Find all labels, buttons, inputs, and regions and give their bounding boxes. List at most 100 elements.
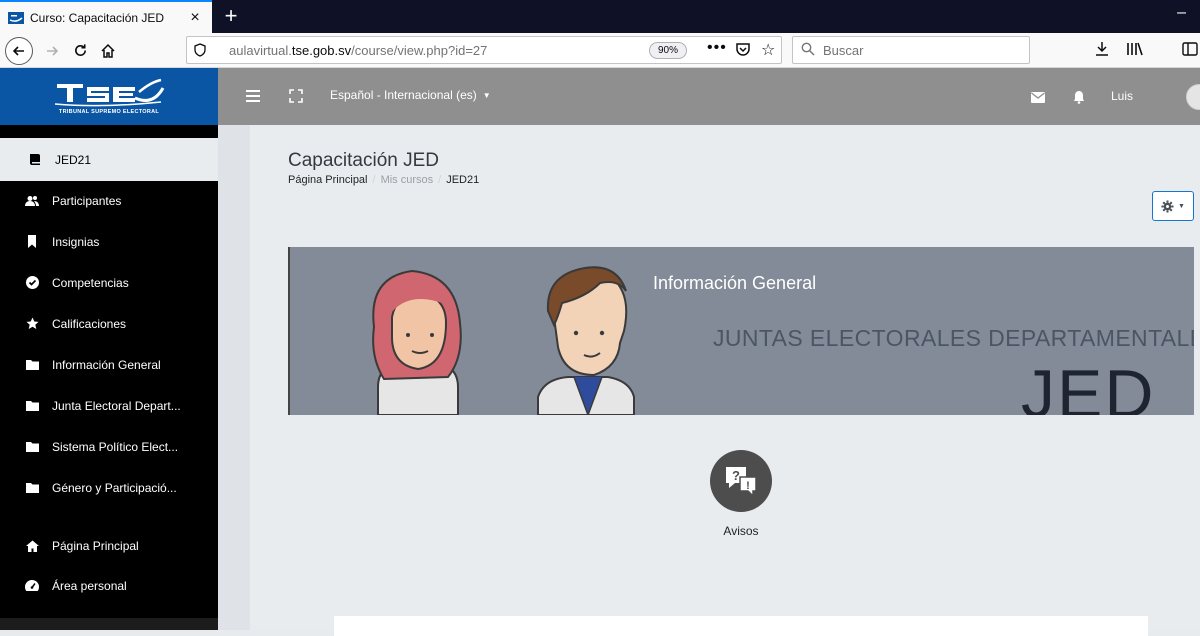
sidebar-item-participantes[interactable]: Participantes xyxy=(0,180,218,221)
sidebar-item-label: Sistema Político Elect... xyxy=(52,439,179,454)
chevron-down-icon: ▼ xyxy=(1178,202,1185,210)
tse-favicon-icon xyxy=(8,10,24,26)
language-menu[interactable]: Español - Internacional (es) ▼ xyxy=(330,88,491,102)
sidebar-item-genero-participacion[interactable]: Género y Participació... xyxy=(0,467,218,508)
pocket-icon[interactable] xyxy=(735,41,751,60)
browser-tabbar: Curso: Capacitación JED × + – xyxy=(0,0,1200,33)
sidebar-item-label: Participantes xyxy=(52,193,122,208)
browser-navbar: aulavirtual.tse.gob.sv/course/view.php?i… xyxy=(0,33,1200,68)
home-icon xyxy=(101,43,115,58)
sidebar-item-label: Página Principal xyxy=(52,538,139,553)
breadcrumb-separator: / xyxy=(372,174,376,186)
forward-arrow-icon xyxy=(47,45,59,56)
home-button[interactable] xyxy=(96,36,120,65)
page-actions-menu-icon[interactable]: ••• xyxy=(707,39,727,57)
sidebar-item-jed21[interactable]: JED21 xyxy=(0,138,218,181)
folder-icon xyxy=(25,440,39,454)
breadcrumb-item-mis-cursos[interactable]: Mis cursos xyxy=(381,174,434,186)
users-icon xyxy=(25,194,39,208)
sidebar-item-label: Género y Participació... xyxy=(52,480,177,495)
forum-announcement-icon: ? ! xyxy=(710,450,772,512)
breadcrumb-separator: / xyxy=(438,174,442,186)
avisos-forum-link[interactable]: ? ! Avisos xyxy=(710,450,772,538)
url-text: aulavirtual.tse.gob.sv/course/view.php?i… xyxy=(229,43,488,58)
banner-subtitle: JUNTAS ELECTORALES DEPARTAMENTALES xyxy=(713,325,1194,351)
main-gutter xyxy=(218,125,250,630)
bookmark-star-icon[interactable]: ☆ xyxy=(761,40,775,60)
check-circle-icon xyxy=(25,276,39,290)
sidebar-item-calificaciones[interactable]: Calificaciones xyxy=(0,303,218,344)
sidebar-top-strip xyxy=(0,125,218,138)
notifications-bell-icon[interactable] xyxy=(1073,90,1085,107)
avisos-label: Avisos xyxy=(723,524,759,538)
book-icon xyxy=(28,153,42,167)
tab-close-icon[interactable]: × xyxy=(186,9,204,27)
fullscreen-icon[interactable] xyxy=(289,89,303,106)
language-label: Español - Internacional (es) xyxy=(330,88,477,102)
user-avatar[interactable] xyxy=(1186,84,1200,110)
browser-search-input[interactable]: Buscar xyxy=(792,36,1030,64)
reload-button[interactable] xyxy=(68,36,92,65)
banner-edge xyxy=(288,247,290,415)
folder-icon xyxy=(25,399,39,413)
new-tab-button[interactable]: + xyxy=(218,3,244,29)
folder-icon xyxy=(25,481,39,495)
exclamation-glyph: ! xyxy=(746,480,750,492)
tse-logo-icon xyxy=(54,78,165,107)
sidebar-item-label: Calificaciones xyxy=(52,316,127,331)
banner-title: Información General xyxy=(653,273,817,293)
sidebar-item-area-personal[interactable]: Área personal xyxy=(0,565,218,606)
url-bar[interactable]: aulavirtual.tse.gob.sv/course/view.php?i… xyxy=(186,36,782,64)
back-arrow-icon xyxy=(5,36,33,65)
search-icon xyxy=(801,42,817,58)
sidebar-item-informacion-general[interactable]: Información General xyxy=(0,344,218,385)
messages-icon[interactable] xyxy=(1031,91,1045,106)
sidebar-item-label: Área personal xyxy=(52,578,127,593)
sidebar-item-sistema-politico[interactable]: Sistema Político Elect... xyxy=(0,426,218,467)
bookmark-icon xyxy=(25,235,39,249)
sidebar-item-label: JED21 xyxy=(55,152,92,167)
home-icon xyxy=(25,539,39,553)
downloads-icon[interactable] xyxy=(1094,41,1110,60)
sidebar-item-competencias[interactable]: Competencias xyxy=(0,262,218,303)
forward-button[interactable] xyxy=(40,36,64,65)
window-minimize-button[interactable]: – xyxy=(1177,4,1186,22)
site-header: TRIBUNAL SUPREMO ELECTORAL Español - Int… xyxy=(0,68,1200,125)
illustrated-people-image xyxy=(372,266,635,415)
zoom-level-badge[interactable]: 90% xyxy=(649,42,688,59)
sidebar-bottom-strip xyxy=(0,618,218,630)
library-icon[interactable] xyxy=(1126,42,1144,59)
back-button[interactable] xyxy=(4,36,34,65)
browser-tab-active[interactable]: Curso: Capacitación JED × xyxy=(0,0,212,33)
sidebar-item-junta-electoral[interactable]: Junta Electoral Depart... xyxy=(0,385,218,426)
folder-icon xyxy=(25,358,39,372)
page-title: Capacitación JED xyxy=(288,150,440,171)
search-placeholder: Buscar xyxy=(823,42,864,58)
star-icon xyxy=(25,317,39,331)
tab-title: Curso: Capacitación JED xyxy=(30,10,165,25)
breadcrumb-item-jed21[interactable]: JED21 xyxy=(446,174,479,186)
course-banner-image: Información General JUNTAS ELECTORALES D… xyxy=(288,247,1194,415)
sidebar-item-label: Junta Electoral Depart... xyxy=(52,398,181,413)
sidebar-item-insignias[interactable]: Insignias xyxy=(0,221,218,262)
user-menu-name[interactable]: Luis xyxy=(1111,89,1133,103)
course-section-card xyxy=(334,616,1148,636)
question-mark-glyph: ? xyxy=(732,468,740,483)
sidebar-item-label: Competencias xyxy=(52,275,129,290)
course-settings-button[interactable]: ▼ xyxy=(1152,191,1194,221)
sidebar-item-pagina-principal[interactable]: Página Principal xyxy=(0,525,218,566)
sidebar-item-label: Información General xyxy=(52,357,161,372)
dashboard-icon xyxy=(25,579,39,593)
breadcrumb-item-pagina-principal[interactable]: Página Principal xyxy=(288,174,368,186)
chevron-down-icon: ▼ xyxy=(482,90,491,100)
reload-icon xyxy=(74,44,86,56)
gear-icon xyxy=(1161,199,1174,213)
sidebar-item-label: Insignias xyxy=(52,234,100,249)
breadcrumb: Página Principal / Mis cursos / JED21 xyxy=(288,174,479,186)
banner-big-text: JED xyxy=(1021,356,1156,415)
hamburger-menu-icon[interactable] xyxy=(245,89,261,106)
site-logo[interactable]: TRIBUNAL SUPREMO ELECTORAL xyxy=(0,68,218,125)
course-sidebar-nav: JED21 Participantes Insignias Competenci… xyxy=(0,125,218,630)
sidebar-toggle-icon[interactable] xyxy=(1182,42,1198,59)
tracking-shield-icon[interactable] xyxy=(187,43,213,57)
